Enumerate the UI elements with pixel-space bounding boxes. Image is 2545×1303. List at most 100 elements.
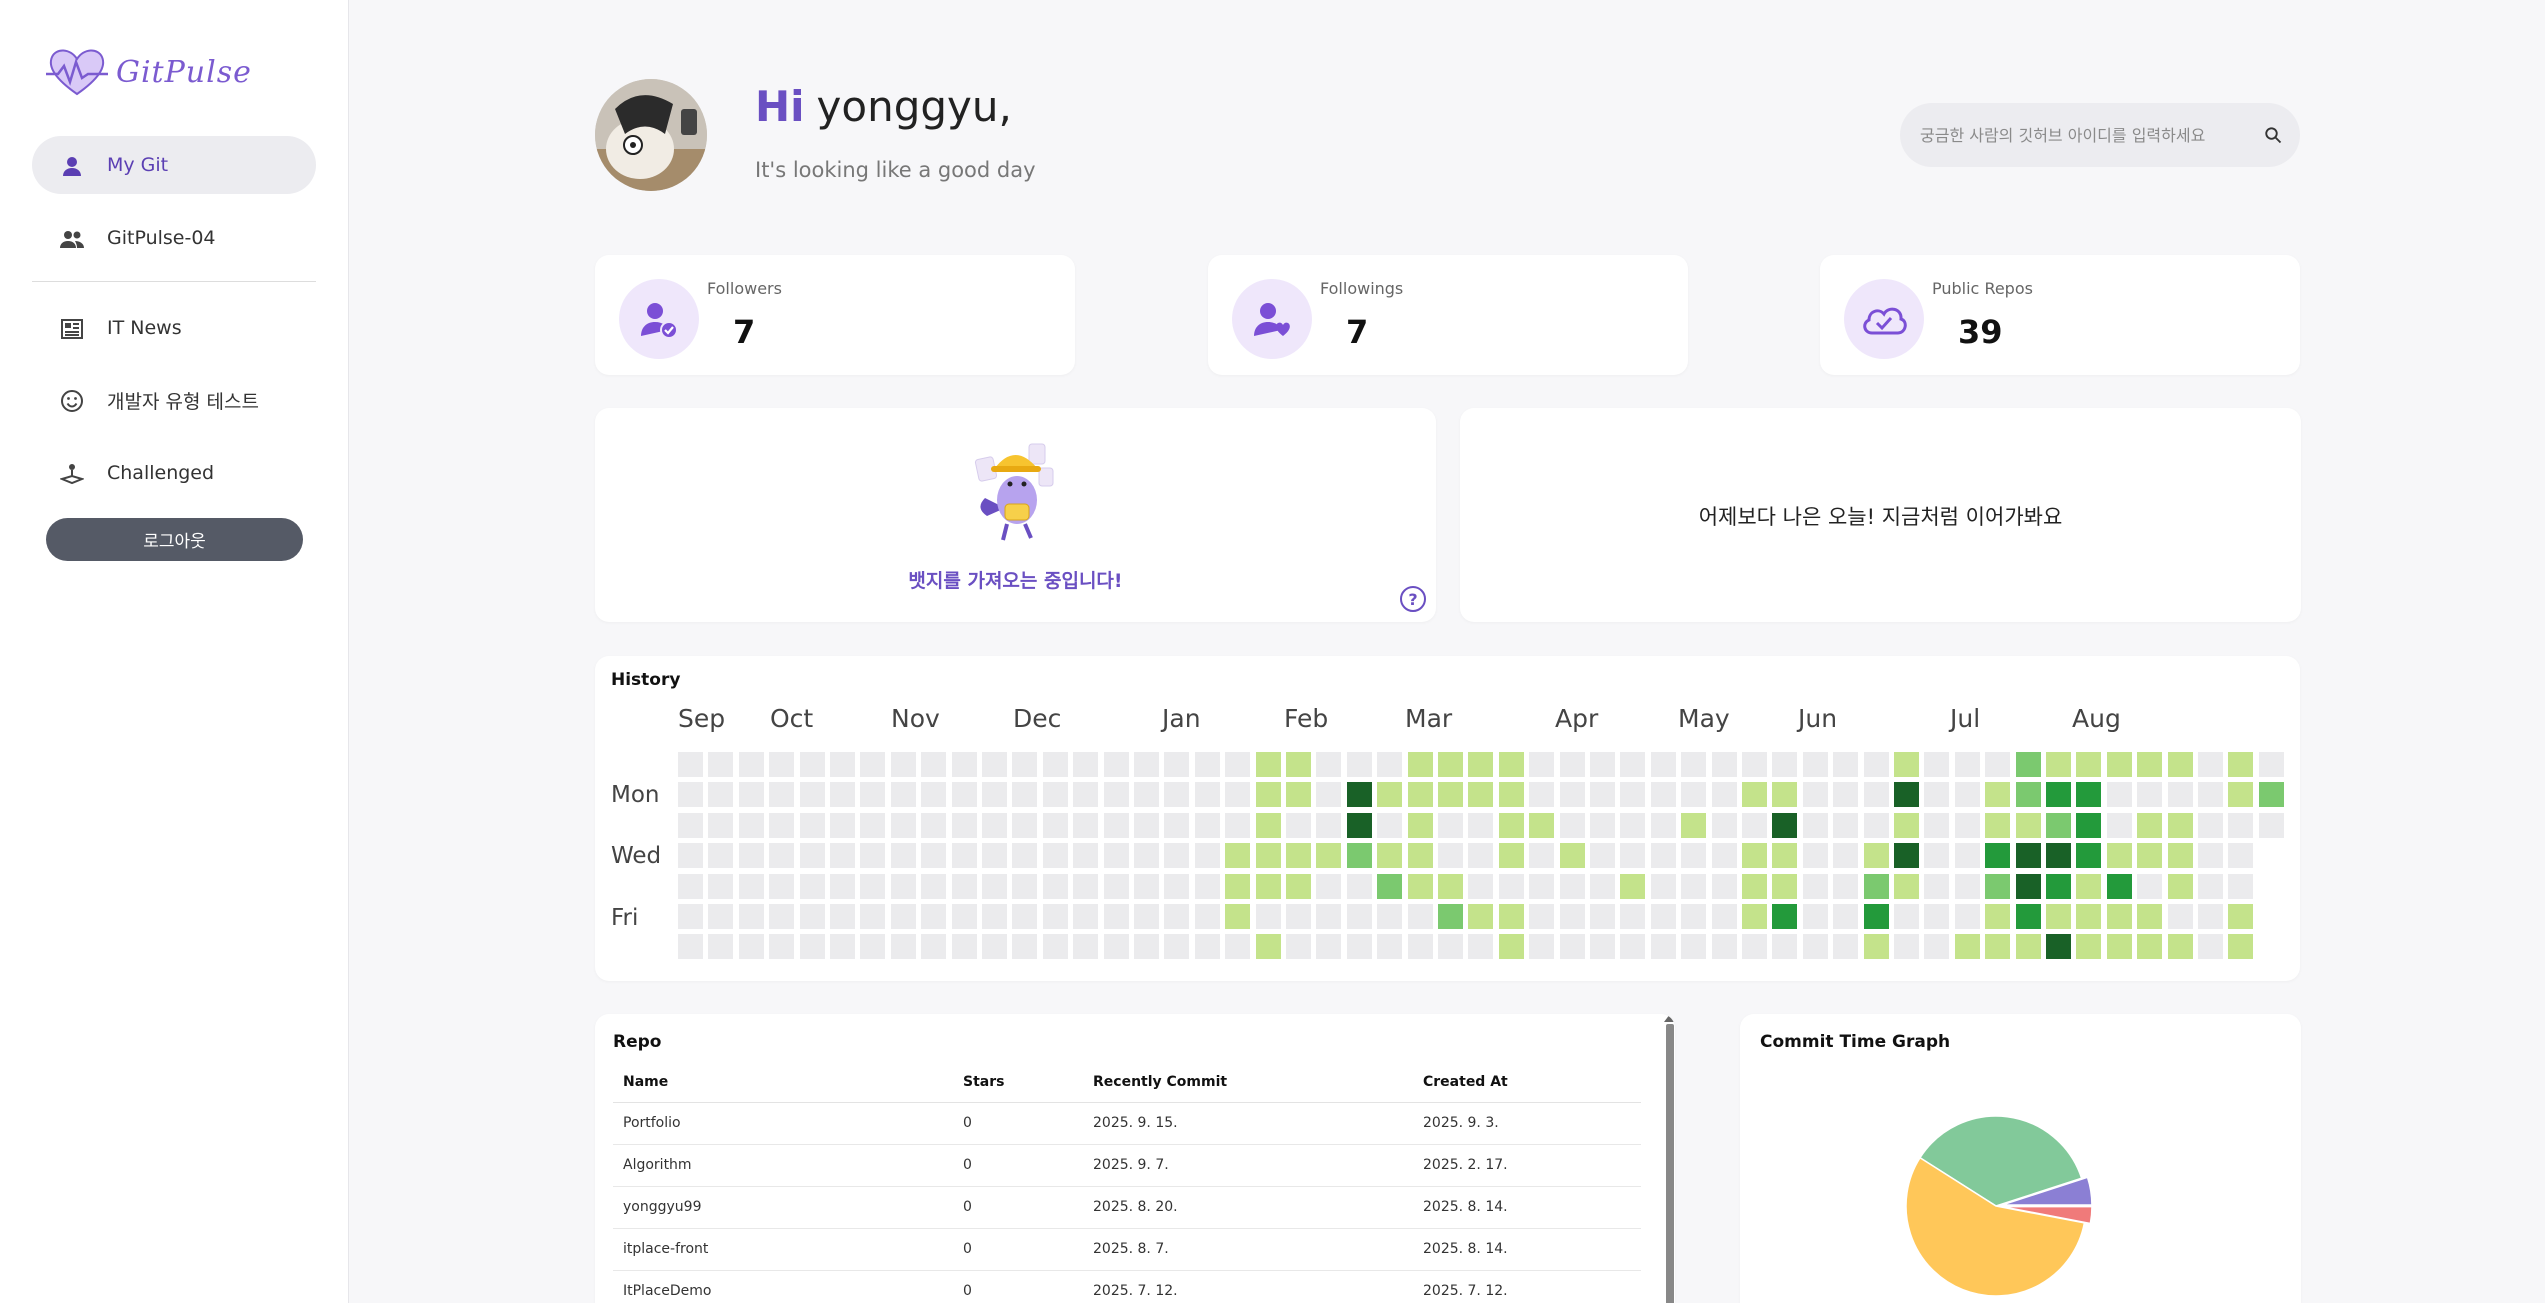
contribution-cell[interactable]	[1468, 752, 1494, 777]
contribution-cell[interactable]	[1650, 752, 1676, 777]
contribution-cell[interactable]	[678, 934, 703, 960]
contribution-cell[interactable]	[1924, 812, 1950, 838]
contribution-cell[interactable]	[1711, 812, 1737, 838]
contribution-cell[interactable]	[1194, 904, 1220, 929]
contribution-cell[interactable]	[1255, 782, 1281, 808]
sidebar-item-it-news[interactable]: IT News	[32, 299, 316, 357]
contribution-cell[interactable]	[1194, 752, 1220, 777]
table-row[interactable]: itplace-front 0 2025. 8. 7. 2025. 8. 14.	[613, 1228, 1641, 1271]
contribution-cell[interactable]	[921, 812, 947, 838]
contribution-cell[interactable]	[1894, 752, 1919, 777]
contribution-cell[interactable]	[1377, 782, 1403, 808]
contribution-cell[interactable]	[1438, 934, 1463, 960]
table-row[interactable]: Portfolio 0 2025. 9. 15. 2025. 9. 3.	[613, 1102, 1641, 1145]
contribution-cell[interactable]	[1073, 812, 1099, 838]
contribution-cell[interactable]	[1742, 752, 1767, 777]
contribution-cell[interactable]	[2015, 782, 2041, 808]
contribution-cell[interactable]	[1377, 934, 1403, 960]
contribution-cell[interactable]	[1529, 934, 1555, 960]
contribution-cell[interactable]	[1954, 904, 1980, 929]
contribution-cell[interactable]	[1924, 873, 1950, 899]
contribution-cell[interactable]	[2198, 873, 2223, 899]
contribution-cell[interactable]	[738, 843, 764, 869]
contribution-cell[interactable]	[1681, 812, 1707, 838]
contribution-cell[interactable]	[2258, 812, 2284, 838]
contribution-cell[interactable]	[1164, 782, 1190, 808]
contribution-cell[interactable]	[890, 812, 916, 838]
contribution-cell[interactable]	[1833, 904, 1859, 929]
contribution-cell[interactable]	[2228, 843, 2254, 869]
contribution-cell[interactable]	[1894, 934, 1919, 960]
contribution-cell[interactable]	[921, 873, 947, 899]
contribution-cell[interactable]	[1498, 752, 1524, 777]
contribution-cell[interactable]	[1468, 843, 1494, 869]
contribution-cell[interactable]	[1134, 812, 1159, 838]
contribution-cell[interactable]	[1286, 812, 1311, 838]
contribution-cell[interactable]	[1194, 843, 1220, 869]
contribution-cell[interactable]	[1681, 843, 1707, 869]
contribution-cell[interactable]	[1772, 843, 1798, 869]
contribution-cell[interactable]	[1711, 782, 1737, 808]
contribution-cell[interactable]	[830, 812, 855, 838]
contribution-cell[interactable]	[1620, 934, 1646, 960]
contribution-cell[interactable]	[708, 782, 734, 808]
contribution-cell[interactable]	[2015, 934, 2041, 960]
contribution-cell[interactable]	[2106, 934, 2132, 960]
contribution-cell[interactable]	[1255, 812, 1281, 838]
table-row[interactable]: yonggyu99 0 2025. 8. 20. 2025. 8. 14.	[613, 1186, 1641, 1229]
contribution-cell[interactable]	[1711, 904, 1737, 929]
contribution-cell[interactable]	[1833, 782, 1859, 808]
contribution-cell[interactable]	[830, 934, 855, 960]
contribution-cell[interactable]	[1833, 934, 1859, 960]
contribution-cell[interactable]	[1833, 752, 1859, 777]
contribution-cell[interactable]	[1346, 782, 1372, 808]
contribution-cell[interactable]	[2137, 843, 2163, 869]
contribution-cell[interactable]	[1042, 843, 1068, 869]
contribution-cell[interactable]	[799, 843, 825, 869]
contribution-cell[interactable]	[1255, 752, 1281, 777]
contribution-cell[interactable]	[1681, 934, 1707, 960]
contribution-cell[interactable]	[1438, 752, 1463, 777]
contribution-cell[interactable]	[1863, 873, 1889, 899]
contribution-cell[interactable]	[1073, 843, 1099, 869]
contribution-cell[interactable]	[2167, 812, 2193, 838]
contribution-cell[interactable]	[1438, 904, 1463, 929]
contribution-cell[interactable]	[860, 843, 886, 869]
contribution-cell[interactable]	[2228, 782, 2254, 808]
contribution-cell[interactable]	[1742, 782, 1767, 808]
contribution-cell[interactable]	[982, 873, 1007, 899]
contribution-cell[interactable]	[1103, 812, 1129, 838]
contribution-cell[interactable]	[1103, 752, 1129, 777]
contribution-cell[interactable]	[1286, 934, 1311, 960]
contribution-cell[interactable]	[708, 934, 734, 960]
contribution-cell[interactable]	[1742, 904, 1767, 929]
contribution-cell[interactable]	[1985, 812, 2011, 838]
contribution-cell[interactable]	[951, 904, 977, 929]
contribution-cell[interactable]	[1164, 752, 1190, 777]
search-input[interactable]	[1920, 125, 2264, 145]
contribution-cell[interactable]	[1498, 812, 1524, 838]
contribution-cell[interactable]	[1012, 752, 1038, 777]
contribution-cell[interactable]	[1498, 904, 1524, 929]
contribution-cell[interactable]	[1194, 782, 1220, 808]
contribution-cell[interactable]	[2167, 934, 2193, 960]
contribution-cell[interactable]	[1681, 752, 1707, 777]
contribution-cell[interactable]	[1894, 812, 1919, 838]
contribution-cell[interactable]	[1620, 752, 1646, 777]
contribution-cell[interactable]	[1134, 782, 1159, 808]
contribution-cell[interactable]	[678, 752, 703, 777]
sidebar-item-gitpulse-04[interactable]: GitPulse-04	[32, 209, 316, 267]
contribution-cell[interactable]	[1316, 752, 1342, 777]
contribution-cell[interactable]	[2137, 873, 2163, 899]
contribution-cell[interactable]	[1802, 752, 1828, 777]
contribution-cell[interactable]	[1042, 782, 1068, 808]
contribution-cell[interactable]	[1103, 934, 1129, 960]
contribution-cell[interactable]	[2015, 752, 2041, 777]
contribution-cell[interactable]	[1377, 843, 1403, 869]
contribution-cell[interactable]	[921, 843, 947, 869]
contribution-cell[interactable]	[1042, 934, 1068, 960]
contribution-cell[interactable]	[2015, 873, 2041, 899]
table-row[interactable]: Algorithm 0 2025. 9. 7. 2025. 2. 17.	[613, 1144, 1641, 1187]
contribution-cell[interactable]	[982, 812, 1007, 838]
contribution-cell[interactable]	[1954, 812, 1980, 838]
